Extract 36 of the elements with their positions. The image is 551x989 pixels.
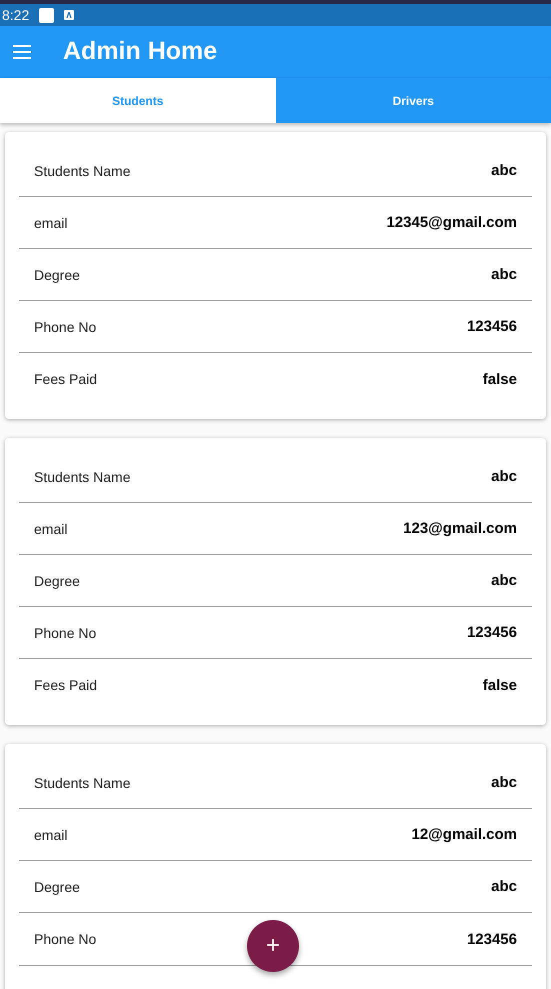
field-value: 123456 [466, 625, 517, 640]
menu-button[interactable] [12, 44, 32, 60]
field-value: abc [491, 163, 517, 178]
field-label: email [34, 216, 68, 230]
field-value: 12@gmail.com [412, 827, 517, 842]
field-label: Students Name [34, 470, 130, 484]
field-value: abc [491, 469, 517, 484]
field-value: abc [491, 775, 517, 790]
field-value: 12345@gmail.com [386, 215, 517, 230]
field-value: false [482, 372, 517, 386]
field-value: false [482, 678, 517, 692]
field-label: Phone No [34, 320, 96, 334]
field-label: email [34, 522, 68, 536]
app-notification-icon [64, 10, 74, 20]
status-time: 8:22 [2, 6, 30, 24]
field-label: Fees Paid [34, 372, 98, 386]
field-value: 123@gmail.com [403, 521, 517, 536]
field-label: Phone No [34, 932, 96, 946]
field-value: 123456 [466, 319, 517, 334]
field-value: 123456 [466, 932, 517, 946]
tab[interactable]: Students [0, 78, 276, 123]
field-value: abc [491, 573, 517, 588]
field-label: Phone No [34, 626, 96, 640]
app-title: Admin Home [63, 36, 218, 68]
notification-icon [39, 8, 54, 22]
field-value: abc [491, 267, 517, 282]
field-value: abc [491, 879, 517, 894]
field-label: Fees Paid [34, 678, 98, 692]
field-label: Degree [34, 880, 80, 894]
field-label: email [34, 828, 68, 842]
menu-icon [12, 45, 32, 59]
field-label: Students Name [34, 776, 130, 790]
field-label: Degree [34, 574, 80, 588]
field-label: Degree [34, 268, 80, 282]
field-label: Students Name [34, 164, 130, 178]
tab[interactable]: Drivers [276, 78, 551, 123]
